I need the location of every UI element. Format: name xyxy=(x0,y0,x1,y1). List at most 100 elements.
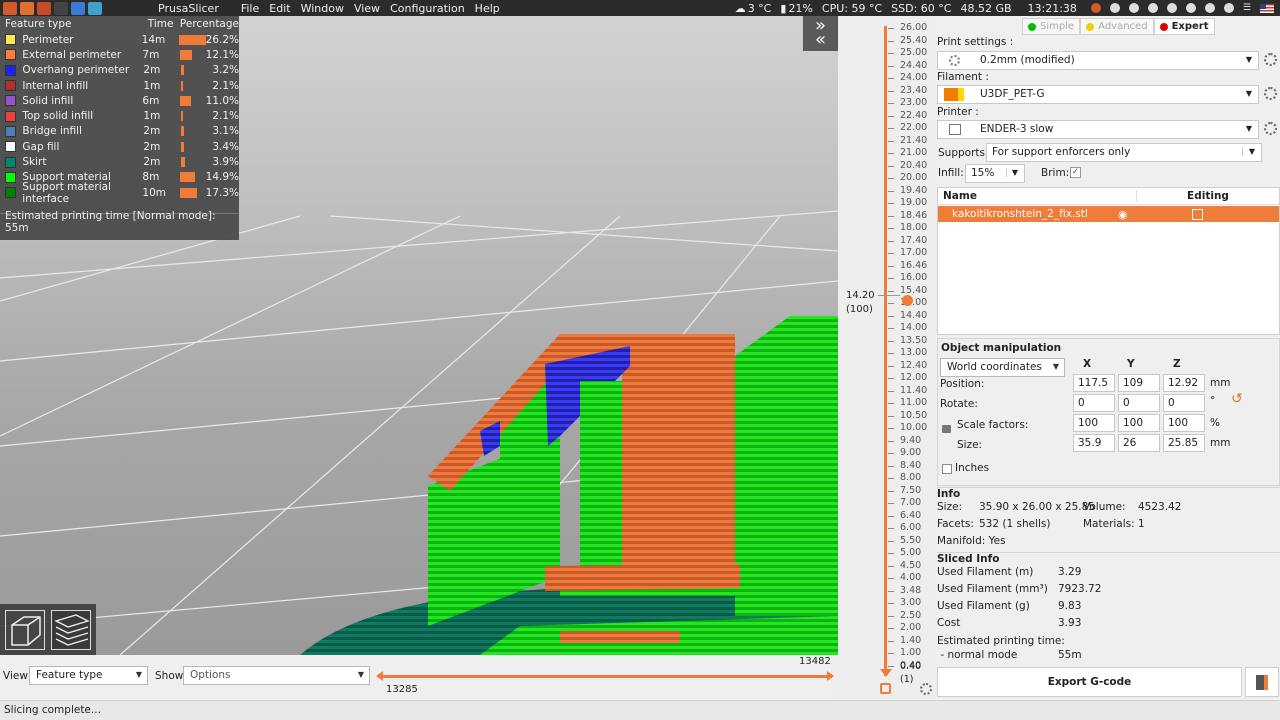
layer-tick-label: 21.00 xyxy=(900,147,928,159)
eye-icon[interactable]: ◉ xyxy=(1118,208,1128,221)
layer-tick-mark xyxy=(888,503,894,505)
tray-app-icon[interactable] xyxy=(1128,3,1139,13)
legend-bar-track xyxy=(180,141,207,152)
mode-simple-button[interactable]: Simple xyxy=(1022,18,1081,35)
view-type-value: Feature type xyxy=(36,669,103,681)
menu-configuration[interactable]: Configuration xyxy=(390,2,465,15)
base-perimeter xyxy=(560,631,680,643)
browser-icon[interactable] xyxy=(88,1,102,15)
layer-tick-label: 19.40 xyxy=(900,184,928,196)
estimated-time-value: 55m xyxy=(5,222,29,234)
position-x-input[interactable]: 117.5 xyxy=(1073,374,1115,392)
print-settings-select[interactable]: 0.2mm (modified) ▼ xyxy=(937,51,1259,70)
rotate-x-input[interactable]: 0 xyxy=(1073,394,1115,412)
legend-feature-percentage: 2.1% xyxy=(212,110,239,123)
scale-y-input[interactable]: 100 xyxy=(1118,414,1160,432)
inches-checkbox[interactable] xyxy=(942,464,952,474)
tray-app-icon[interactable] xyxy=(1223,3,1234,13)
object-list-header: Name Editing xyxy=(938,188,1279,205)
mode-advanced-button[interactable]: Advanced xyxy=(1080,18,1154,35)
export-gcode-button[interactable]: Export G-code xyxy=(937,667,1242,697)
position-y-input[interactable]: 109 xyxy=(1118,374,1160,392)
bluetooth-icon[interactable] xyxy=(1147,3,1158,13)
tray-app-icon[interactable] xyxy=(1090,3,1101,13)
legend-feature-time: 14m xyxy=(141,33,166,46)
tray-app-icon[interactable] xyxy=(1204,3,1215,13)
view-type-select[interactable]: Feature type ▼ xyxy=(29,666,148,685)
network-icon[interactable] xyxy=(1166,3,1177,13)
3d-viewport[interactable]: Feature type Time Percentage Perimeter 14… xyxy=(0,16,838,655)
layer-slider-track[interactable] xyxy=(884,26,887,676)
view-toolbar xyxy=(0,604,96,655)
notifications-icon[interactable]: ☰ xyxy=(1243,3,1251,13)
file-manager-icon[interactable] xyxy=(71,1,85,15)
lock-icon[interactable] xyxy=(880,683,891,694)
coordinates-select[interactable]: World coordinates ▼ xyxy=(940,358,1065,377)
info-volume-label: Volume: xyxy=(1083,501,1126,513)
inches-label: Inches xyxy=(955,462,990,474)
terminal-icon[interactable] xyxy=(54,1,68,15)
menu-help[interactable]: Help xyxy=(475,2,500,15)
info-materials-value: 1 xyxy=(1138,518,1145,530)
legend-feature-time: 2m xyxy=(143,64,161,77)
filament-color-swatch-secondary xyxy=(958,88,964,101)
scale-z-input[interactable]: 100 xyxy=(1163,414,1205,432)
size-y-input[interactable]: 26 xyxy=(1118,434,1160,452)
bottom-layer-height: 0.40 xyxy=(900,661,922,672)
legend-feature-time: 1m xyxy=(143,79,161,92)
brim-checkbox[interactable]: ✓ xyxy=(1070,167,1081,178)
layer-vertical-slider[interactable]: 26.00 25.40 25.00 24.40 24.00 23.40 23.00 22.40… xyxy=(838,16,934,700)
estimated-time-label: Estimated printing time [Normal mode]: xyxy=(5,210,216,222)
battery-icon: ▮ xyxy=(780,1,787,15)
menu-edit[interactable]: Edit xyxy=(269,2,290,15)
mode-expert-button[interactable]: Expert xyxy=(1153,18,1215,35)
legend-color-swatch xyxy=(5,110,17,122)
3d-view-cube-icon[interactable] xyxy=(5,610,45,650)
scale-x-input[interactable]: 100 xyxy=(1073,414,1115,432)
clock[interactable]: 13:21:38 xyxy=(1028,2,1077,15)
position-z-input[interactable]: 12.92 xyxy=(1163,374,1205,392)
printer-select[interactable]: ENDER-3 slow ▼ xyxy=(937,120,1259,139)
object-list-item[interactable]: kakoitikronshtein_2_fix.stl ◉ xyxy=(938,206,1279,222)
reset-rotation-icon[interactable]: ↺ xyxy=(1231,391,1243,407)
print-settings-icon xyxy=(949,55,960,66)
menu-file[interactable]: File xyxy=(241,2,259,15)
preview-layers-icon[interactable] xyxy=(51,610,91,650)
moves-horizontal-slider[interactable] xyxy=(376,671,834,681)
size-x-input[interactable]: 35.9 xyxy=(1073,434,1115,452)
legend-rows: Perimeter 14m 26.2% External perimeter 7m 12.… xyxy=(0,32,239,205)
taskbar-app-icon[interactable] xyxy=(20,1,34,15)
edit-icon[interactable] xyxy=(1191,208,1203,220)
discord-icon[interactable] xyxy=(1109,3,1120,13)
size-z-input[interactable]: 25.85 xyxy=(1163,434,1205,452)
volume-icon[interactable] xyxy=(1185,3,1196,13)
upper-layer-thumb[interactable] xyxy=(902,295,913,306)
rotate-z-input[interactable]: 0 xyxy=(1163,394,1205,412)
menu-window[interactable]: Window xyxy=(301,2,344,15)
taskbar-app-icon[interactable] xyxy=(37,1,51,15)
keyboard-layout-flag-icon[interactable] xyxy=(1260,3,1274,13)
show-options-select[interactable]: Options ▼ xyxy=(183,666,370,685)
legend-color-swatch xyxy=(5,80,17,92)
info-materials-label: Materials: xyxy=(1083,518,1135,530)
legend-color-swatch xyxy=(5,125,17,137)
filament-gear-icon[interactable] xyxy=(1264,87,1277,100)
legend-bar-track xyxy=(180,126,207,137)
layer-tick-label: 13.50 xyxy=(900,334,928,346)
infill-select[interactable]: 15% ▼ xyxy=(965,164,1025,183)
slider-settings-gear-icon[interactable] xyxy=(920,683,932,695)
layer-tick-mark xyxy=(888,553,894,555)
lower-layer-thumb[interactable] xyxy=(880,669,892,677)
send-to-printer-button[interactable] xyxy=(1245,667,1279,697)
print-settings-gear-icon[interactable] xyxy=(1264,53,1277,66)
rotate-y-input[interactable]: 0 xyxy=(1118,394,1160,412)
printer-gear-icon[interactable] xyxy=(1264,122,1277,135)
scale-lock-icon[interactable] xyxy=(942,425,951,433)
app-launcher-icon[interactable] xyxy=(3,1,17,15)
collapse-sidebar-button[interactable]: » « xyxy=(803,16,838,51)
layer-tick-label: 14.00 xyxy=(900,322,928,334)
filament-select[interactable]: U3DF_PET-G ▼ xyxy=(937,85,1259,104)
export-gcode-label: Export G-code xyxy=(1047,676,1132,688)
supports-select[interactable]: For support enforcers only ▼ xyxy=(986,143,1262,162)
menu-view[interactable]: View xyxy=(354,2,380,15)
